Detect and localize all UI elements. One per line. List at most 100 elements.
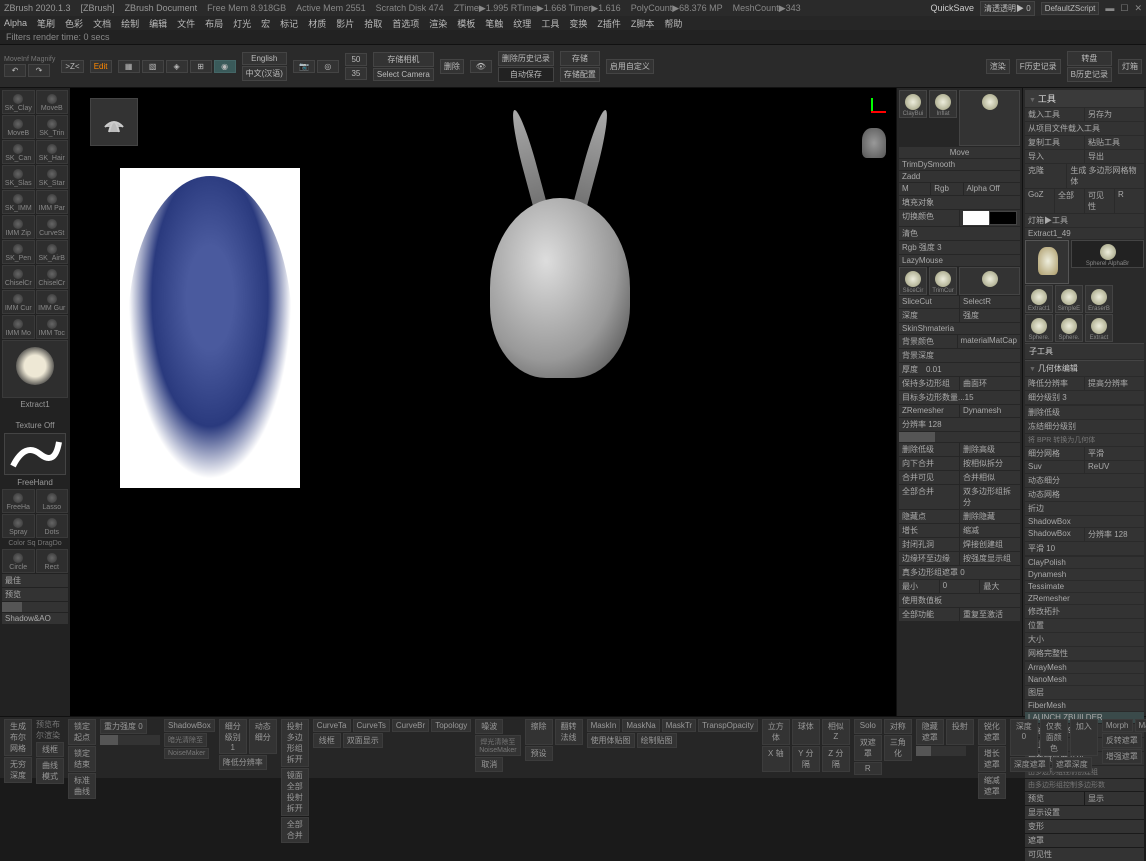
save-btn[interactable]: 存储: [560, 51, 600, 66]
tool-sphere-alpha[interactable]: Spherel AlphaBr: [1071, 240, 1144, 268]
loadtool[interactable]: 载入工具: [1025, 108, 1084, 121]
closehole[interactable]: 封闭孔洞: [899, 538, 959, 551]
stroke-preview[interactable]: [4, 433, 66, 475]
brush-current[interactable]: [2, 340, 68, 398]
edgeloop[interactable]: 边缘环至边缘: [899, 552, 959, 565]
polypaint[interactable]: 绘制贴图: [637, 733, 677, 748]
strongloop[interactable]: 按强度显示组: [960, 552, 1020, 565]
mask[interactable]: 遮罩: [1025, 834, 1144, 847]
menu-stroke[interactable]: 笔触: [485, 17, 503, 30]
close-icon[interactable]: ✕: [1134, 3, 1142, 14]
lang-en[interactable]: English: [242, 52, 287, 65]
brush-skcan[interactable]: SK_Can: [2, 140, 35, 164]
zadd[interactable]: Zadd: [899, 171, 1020, 182]
menu-document[interactable]: 文档: [93, 17, 111, 30]
meshint[interactable]: 网格完整性: [1025, 647, 1144, 660]
surfaceonly[interactable]: 仅表面颜色: [1040, 719, 1068, 756]
premend[interactable]: 镜面全部投射拆开: [281, 768, 309, 816]
deep[interactable]: 深度 0: [1010, 719, 1038, 756]
menu-transform[interactable]: 变换: [569, 17, 587, 30]
menu-marker[interactable]: 标记: [280, 17, 298, 30]
tt-ext[interactable]: Extract1: [1025, 285, 1053, 313]
noisem[interactable]: NoiseMaker: [164, 748, 209, 759]
shrink[interactable]: 缩减: [960, 524, 1020, 537]
sim[interactable]: 相似Z: [822, 719, 850, 745]
menu-prefs[interactable]: 首选项: [392, 17, 419, 30]
brush-skairb[interactable]: SK_AirB: [36, 240, 69, 264]
shadowbox2[interactable]: ShadowBox: [1025, 528, 1084, 541]
R[interactable]: R: [1115, 189, 1144, 213]
nanomesh[interactable]: NanoMesh: [1025, 674, 1144, 685]
menu-edit[interactable]: 编辑: [149, 17, 167, 30]
menu-material[interactable]: 材质: [308, 17, 326, 30]
delower[interactable]: 删除低级: [1025, 406, 1144, 419]
n35[interactable]: 35: [345, 67, 367, 80]
brush-moveb1[interactable]: MoveB: [36, 90, 69, 114]
brush-chisel1[interactable]: ChiselCr: [2, 265, 35, 289]
lockstart[interactable]: 锁定起点: [68, 719, 96, 745]
fromproj[interactable]: 从项目文件载入工具: [1025, 122, 1144, 135]
menu-macro[interactable]: 宏: [261, 17, 270, 30]
weldnoise[interactable]: 焊光清除至 NoiseMaker: [475, 735, 520, 756]
menu-zscript[interactable]: Z脚本: [631, 17, 655, 30]
resslider[interactable]: [899, 432, 1020, 442]
tt-eraser[interactable]: EraserB: [1085, 285, 1113, 313]
grow[interactable]: 增长: [899, 524, 959, 537]
transp-btn[interactable]: 清透透明▶ 0: [980, 1, 1035, 16]
undo-icon[interactable]: ↶: [4, 64, 26, 77]
curved[interactable]: 标准曲线: [68, 773, 96, 799]
subdiv[interactable]: 细分级别 3: [1025, 391, 1144, 404]
subdiv1[interactable]: 细分级别 1: [219, 719, 247, 754]
copytool[interactable]: 复制工具: [1025, 136, 1084, 149]
modposition[interactable]: 修改拓扑: [1025, 605, 1144, 618]
thick[interactable]: 厚度 0.01: [899, 363, 1020, 376]
dynasub[interactable]: 动态细分: [249, 719, 277, 754]
saveas[interactable]: 另存为: [1085, 108, 1144, 121]
preview[interactable]: 预览: [2, 588, 68, 601]
Fhist[interactable]: F历史记录: [1016, 59, 1061, 74]
res128b[interactable]: 分辨率 128: [899, 418, 1020, 431]
position[interactable]: 位置: [1025, 619, 1144, 632]
redo-icon[interactable]: ↷: [28, 64, 50, 77]
curveta[interactable]: CurveTa: [313, 719, 351, 732]
premult[interactable]: 投射多边形组拆开: [281, 719, 309, 767]
min[interactable]: 最小: [899, 580, 939, 593]
polyfind[interactable]: 由多边形组控制多边形数: [1025, 779, 1144, 791]
cagesplit[interactable]: 按相似拆分: [960, 457, 1020, 470]
masktr[interactable]: MaskTr: [662, 719, 696, 732]
ico1[interactable]: ▦: [118, 60, 140, 73]
clone[interactable]: 克隆: [1025, 164, 1066, 188]
vis[interactable]: 可见性: [1085, 189, 1114, 213]
curvebr[interactable]: CurveBr: [392, 719, 429, 732]
shadowbox2[interactable]: ShadowBox: [164, 719, 215, 732]
cancel[interactable]: 取消: [475, 757, 503, 772]
surf3[interactable]: 遮罩深度: [1052, 757, 1092, 772]
zremesher[interactable]: ZRemesher: [1025, 593, 1144, 604]
featherint[interactable]: 双遮罩: [854, 735, 882, 761]
menu-layer[interactable]: 布局: [205, 17, 223, 30]
best[interactable]: 最佳: [2, 574, 68, 587]
color-swatch[interactable]: [960, 210, 1020, 226]
trim[interactable]: TrimDySmooth: [899, 159, 1020, 170]
delow[interactable]: 删除低级: [899, 443, 959, 456]
matcap[interactable]: materialMatCap: [958, 335, 1020, 348]
noise[interactable]: 噪波: [475, 719, 503, 734]
strength[interactable]: 强度: [960, 309, 1020, 322]
preset[interactable]: 预设: [525, 746, 553, 761]
mergevis[interactable]: 合并可见: [899, 471, 959, 484]
tessimate[interactable]: Tessimate: [1025, 581, 1144, 592]
brush-skhair[interactable]: SK_Hair: [36, 140, 69, 164]
fibermesh[interactable]: FiberMesh: [1025, 700, 1144, 711]
all[interactable]: 全部: [1055, 189, 1084, 213]
lighttool[interactable]: 灯箱▶工具: [1025, 214, 1144, 227]
claybui[interactable]: ClayBui: [899, 90, 927, 118]
mergedown[interactable]: 向下合并: [899, 457, 959, 470]
menu-render[interactable]: 渲染: [429, 17, 447, 30]
axis-btn[interactable]: >Z<: [61, 60, 83, 73]
lowres2[interactable]: 降低分辨率: [219, 755, 267, 770]
usepanel[interactable]: 使用数值板: [899, 594, 1020, 607]
fillobj[interactable]: 填充对象: [899, 196, 1020, 209]
mergesim[interactable]: 合并相似: [960, 471, 1020, 484]
brush-immpar[interactable]: IMM Par: [36, 190, 69, 214]
arraymesh[interactable]: ArrayMesh: [1025, 662, 1144, 673]
